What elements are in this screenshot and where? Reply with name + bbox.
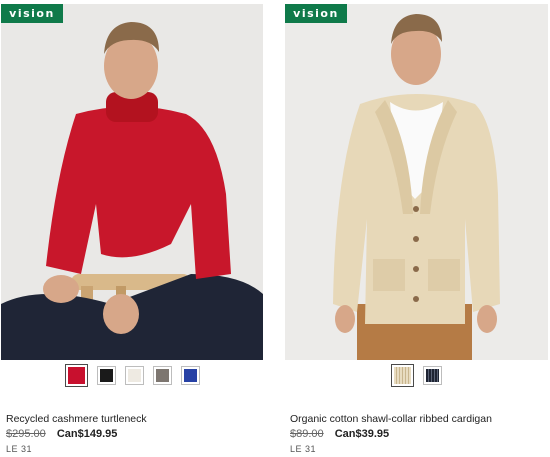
product-code: LE 31 xyxy=(290,444,317,454)
color-swatches xyxy=(1,364,263,387)
swatch-cream-stripe[interactable] xyxy=(391,364,414,387)
product-title[interactable]: Recycled cashmere turtleneck xyxy=(6,413,147,425)
product-code: LE 31 xyxy=(6,444,33,454)
original-price: $89.00 xyxy=(290,428,324,440)
price-row: $89.00 Can$39.95 xyxy=(290,428,389,440)
sale-price: Can$39.95 xyxy=(334,428,390,440)
swatch-red[interactable] xyxy=(64,364,88,387)
swatch-grey[interactable] xyxy=(152,366,172,385)
brand-badge: vision xyxy=(1,4,63,23)
product-card[interactable]: vision Organic cotton shawl-collar ribbe… xyxy=(285,4,548,456)
swatch-navy-stripe[interactable] xyxy=(423,366,442,385)
product-image[interactable] xyxy=(1,4,263,360)
product-image[interactable] xyxy=(285,4,548,360)
swatch-black[interactable] xyxy=(96,366,116,385)
product-card[interactable]: vision Recycled cashmere turtleneck $295… xyxy=(1,4,263,456)
product-title[interactable]: Organic cotton shawl-collar ribbed cardi… xyxy=(290,413,492,425)
color-swatches xyxy=(285,364,548,387)
sale-price: Can$149.95 xyxy=(56,428,118,440)
price-row: $295.00 Can$149.95 xyxy=(6,428,117,440)
original-price: $295.00 xyxy=(6,428,46,440)
brand-badge: vision xyxy=(285,4,347,23)
swatch-cream[interactable] xyxy=(124,366,144,385)
swatch-blue[interactable] xyxy=(180,366,200,385)
